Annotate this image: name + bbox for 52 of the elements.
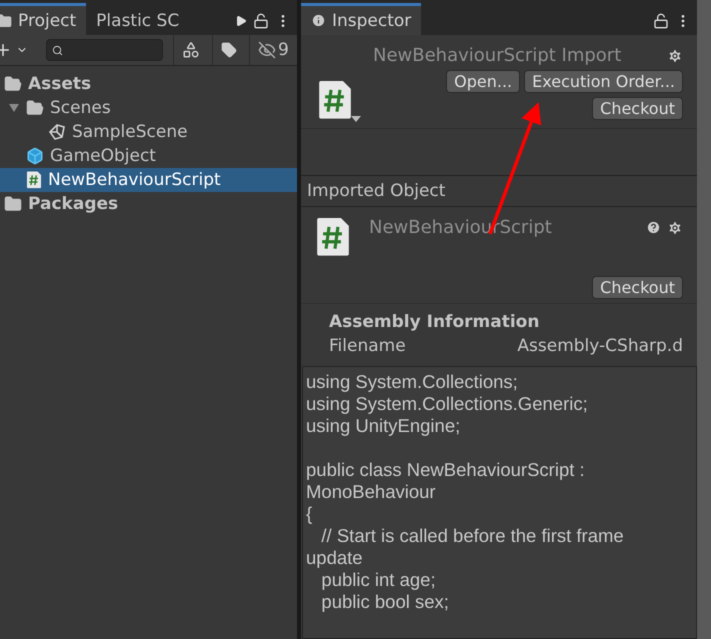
folder-icon xyxy=(26,99,44,117)
script-file-icon xyxy=(317,80,353,120)
code-line: using System.Collections; xyxy=(306,371,519,393)
field-label: Filename xyxy=(329,336,406,356)
tag-icon xyxy=(221,42,237,58)
info-icon xyxy=(311,13,326,28)
checkout-button[interactable]: Checkout xyxy=(592,97,683,120)
hidden-packages-button[interactable]: 9 xyxy=(249,35,297,65)
folder-icon xyxy=(4,195,22,213)
field-value: Assembly-CSharp.d xyxy=(517,336,683,356)
script-file-icon xyxy=(315,217,351,257)
assembly-heading: Assembly Information xyxy=(329,312,540,332)
folder-icon xyxy=(0,12,12,28)
panel-tab[interactable]: Inspector xyxy=(301,3,422,35)
settings-icon[interactable] xyxy=(667,220,683,236)
scroll-right-icon[interactable] xyxy=(235,14,247,26)
cube-icon xyxy=(26,147,44,165)
settings-icon[interactable] xyxy=(667,48,683,64)
panel-tab[interactable]: Project xyxy=(0,3,86,35)
search-field[interactable] xyxy=(46,39,163,61)
inspector-title: NewBehaviourScript Import xyxy=(373,45,622,66)
code-line: public class NewBehaviourScript : xyxy=(306,459,586,481)
dropdown-arrow-icon[interactable] xyxy=(351,116,361,122)
code-line: using System.Collections.Generic; xyxy=(306,393,589,415)
hidden-eye-icon xyxy=(258,41,276,59)
script-icon xyxy=(26,171,42,189)
scrollbar[interactable] xyxy=(697,0,711,639)
code-line: // Start is called before the first frame xyxy=(320,525,625,547)
tree-item[interactable]: NewBehaviourScript xyxy=(0,168,297,192)
code-line: MonoBehaviour xyxy=(306,481,437,503)
checkout-button[interactable]: Checkout xyxy=(592,276,683,299)
tree-item[interactable]: Packages xyxy=(0,192,297,216)
inspector-button[interactable]: Open... xyxy=(446,70,520,93)
code-line: update xyxy=(306,547,364,569)
tree-item[interactable]: GameObject xyxy=(0,144,297,168)
lock-icon[interactable] xyxy=(253,12,269,28)
lock-icon[interactable] xyxy=(653,12,669,28)
code-line: { xyxy=(306,503,314,525)
unity-scene-icon xyxy=(48,123,66,141)
expand-arrow-icon[interactable] xyxy=(9,103,19,113)
code-line: using UnityEngine; xyxy=(306,415,462,437)
code-line: public bool sex; xyxy=(320,591,450,613)
code-line: public int age; xyxy=(320,569,437,591)
tree-item[interactable]: Scenes xyxy=(0,96,297,120)
help-icon[interactable] xyxy=(646,220,661,234)
tree-item[interactable]: SampleScene xyxy=(0,120,297,144)
tree-item[interactable]: Assets xyxy=(0,72,297,96)
search-icon xyxy=(52,44,63,56)
shapes-icon xyxy=(182,41,200,59)
folder-icon xyxy=(4,75,22,93)
inspector-button[interactable]: Execution Order... xyxy=(524,70,683,93)
section-title: Imported Object xyxy=(301,176,697,207)
